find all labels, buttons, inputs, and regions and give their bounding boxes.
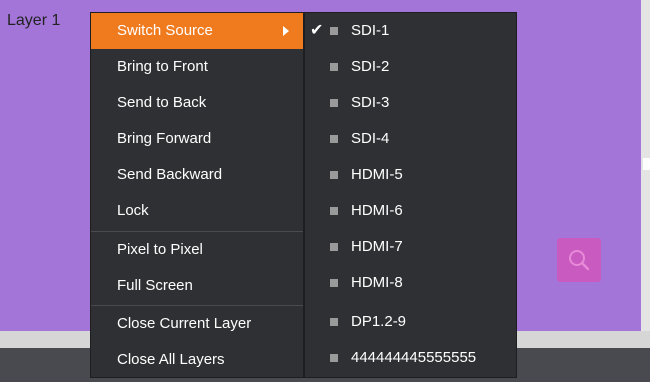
menu-item-bring-to-front[interactable]: Bring to Front (91, 49, 303, 85)
source-label: HDMI-7 (351, 238, 403, 255)
menu-item-label: Pixel to Pixel (117, 241, 203, 258)
menu-item-lock[interactable]: Lock (91, 193, 303, 229)
menu-item-label: Bring to Front (117, 58, 208, 75)
layer-label: Layer 1 (7, 12, 61, 29)
menu-item-label: Close All Layers (117, 351, 225, 368)
source-label: SDI-2 (351, 58, 390, 75)
square-bullet-icon (330, 27, 338, 35)
menu-item-label: Bring Forward (117, 130, 212, 147)
source-label: SDI-4 (351, 130, 390, 147)
square-bullet-icon (330, 135, 338, 143)
menu-item-bring-forward[interactable]: Bring Forward (91, 121, 303, 157)
square-bullet-icon (330, 171, 338, 179)
source-label: HDMI-6 (351, 202, 403, 219)
source-item-sdi-1[interactable]: ✔ SDI-1 (305, 13, 516, 49)
menu-item-label: Send to Back (117, 94, 207, 111)
chevron-right-icon (283, 26, 289, 36)
menu-item-label: Switch Source (117, 22, 213, 39)
menu-item-pixel-to-pixel[interactable]: Pixel to Pixel (91, 232, 303, 268)
menu-item-label: Lock (117, 202, 149, 219)
source-label: 444444445555555 (351, 349, 477, 366)
square-bullet-icon (330, 318, 338, 326)
source-item-hdmi-8[interactable]: HDMI-8 (305, 265, 516, 301)
menu-item-label: Full Screen (117, 277, 193, 294)
source-item-dp1-2-9[interactable]: DP1.2-9 (305, 304, 516, 340)
menu-item-label: Close Current Layer (117, 315, 252, 332)
menu-item-send-to-back[interactable]: Send to Back (91, 85, 303, 121)
source-label: DP1.2-9 (351, 313, 407, 330)
source-item-444444445555555[interactable]: 444444445555555 (305, 340, 516, 376)
source-item-sdi-3[interactable]: SDI-3 (305, 85, 516, 121)
menu-item-close-all-layers[interactable]: Close All Layers (91, 342, 303, 378)
resize-handle[interactable] (643, 158, 650, 170)
source-item-hdmi-5[interactable]: HDMI-5 (305, 157, 516, 193)
context-menu: Switch Source Bring to Front Send to Bac… (90, 12, 304, 378)
square-bullet-icon (330, 354, 338, 362)
menu-item-full-screen[interactable]: Full Screen (91, 268, 303, 304)
menu-item-switch-source[interactable]: Switch Source (91, 13, 303, 49)
menu-item-label: Send Backward (117, 166, 223, 183)
source-item-sdi-2[interactable]: SDI-2 (305, 49, 516, 85)
source-label: HDMI-8 (351, 274, 403, 291)
source-label: SDI-3 (351, 94, 390, 111)
source-item-hdmi-7[interactable]: HDMI-7 (305, 229, 516, 265)
checkmark-icon: ✔ (310, 22, 324, 39)
source-label: HDMI-5 (351, 166, 403, 183)
search-icon (569, 250, 590, 271)
source-item-hdmi-6[interactable]: HDMI-6 (305, 193, 516, 229)
source-label: SDI-1 (351, 22, 390, 39)
square-bullet-icon (330, 207, 338, 215)
source-submenu: ✔ SDI-1 SDI-2 SDI-3 SDI-4 HDMI-5 HDMI-6 … (304, 12, 517, 378)
square-bullet-icon (330, 243, 338, 251)
square-bullet-icon (330, 63, 338, 71)
square-bullet-icon (330, 99, 338, 107)
menu-item-close-current-layer[interactable]: Close Current Layer (91, 306, 303, 342)
square-bullet-icon (330, 279, 338, 287)
source-item-sdi-4[interactable]: SDI-4 (305, 121, 516, 157)
menu-item-send-backward[interactable]: Send Backward (91, 157, 303, 193)
zoom-button[interactable] (557, 238, 601, 282)
